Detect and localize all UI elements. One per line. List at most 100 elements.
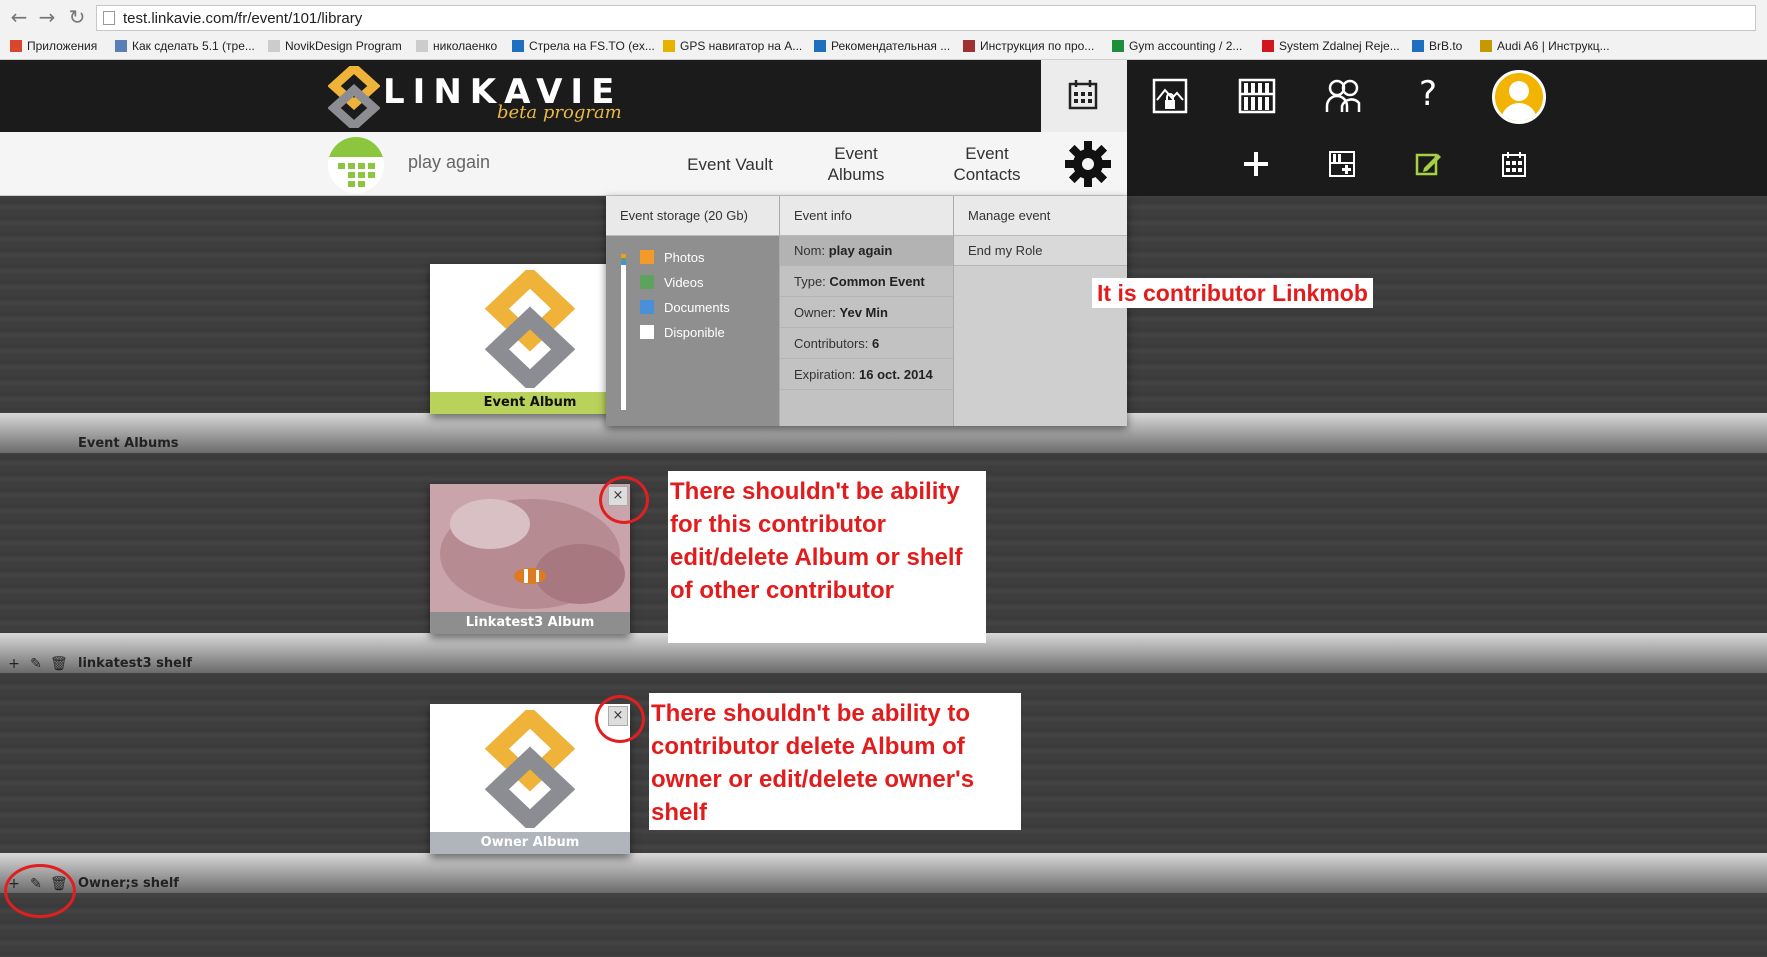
back-icon[interactable]: ← [8,6,30,28]
info-column: Event info Nom: play again Type: Common E… [779,196,953,426]
trash-icon[interactable]: 🗑 [50,656,68,672]
event-avatar-icon [328,137,384,187]
calendar-icon [1502,152,1526,177]
legend-item: Videos [640,275,704,290]
nav-event-vault[interactable]: Event Vault [684,154,776,175]
top-contacts-button[interactable] [1299,60,1385,132]
contacts-icon [1325,79,1361,112]
edit-button[interactable] [1385,132,1471,196]
bookmark-icon [1480,40,1492,52]
bookmark-item[interactable]: NovikDesign Program [268,39,402,53]
page-icon [103,11,115,25]
event-name: play again [408,152,491,172]
nav-event-vault-label: Event Vault [687,155,773,174]
browser-chrome: ← → ↻ test.linkavie.com/fr/event/101/lib… [0,0,1767,60]
legend-swatch [640,325,654,339]
legend-swatch [640,250,654,264]
info-row: Contributors: 6 [780,329,953,359]
top-library-button[interactable] [1213,60,1299,132]
linkavie-logo-icon [484,270,576,388]
info-value: Common Event [829,274,925,289]
reload-icon[interactable]: ↻ [66,6,88,28]
nav-event-albums-line1: Event [834,144,878,163]
calendar-icon [1068,80,1098,110]
info-row: Type: Common Event [780,267,953,297]
album-card[interactable]: Event Album [430,264,630,414]
bookmark-icon [663,40,675,52]
legend-label: Disponible [664,325,725,340]
annotation-note-1: There shouldn't be ability for this cont… [668,471,986,643]
edit-shelf-icon[interactable]: ✎ [28,656,44,672]
bookmark-item[interactable]: System Zdalnej Reje... [1262,39,1400,53]
linkavie-logo-icon [484,710,576,828]
info-value: 16 oct. 2014 [859,367,933,382]
event-avatar[interactable] [328,137,384,193]
manage-header: Manage event [954,196,1127,236]
bookmark-icon [1412,40,1424,52]
user-avatar-icon [1501,81,1537,121]
settings-button[interactable] [1063,139,1113,193]
bookmark-icon [963,40,975,52]
bookmark-label: Рекомендательная ... [831,39,951,53]
annotation-line: There shouldn't be ability [670,478,960,505]
shelf-label: Event Albums [78,436,179,451]
highlight-ring [4,864,76,918]
bookmark-item[interactable]: Инструкция по про... [963,39,1094,53]
add-icon[interactable]: + [6,656,22,672]
bookmark-icon [115,40,127,52]
brand-subtitle: beta program [497,102,622,123]
top-calendar-button[interactable] [1041,60,1127,132]
nav-event-albums[interactable]: Event Albums [815,143,897,185]
address-bar[interactable]: test.linkavie.com/fr/event/101/library [96,5,1756,31]
bookmark-label: Audi A6 | Инструкц... [1497,39,1610,53]
add-button[interactable] [1213,132,1299,196]
shelf-label: linkatest3 shelf [78,656,193,671]
annotation-line: owner or edit/delete owner's [651,766,975,793]
info-key: Nom: [794,243,826,258]
bookmark-item[interactable]: николаенко [416,39,497,53]
bookmark-label: Стрела на FS.TO (ex... [529,39,655,53]
info-key: Type: [794,274,826,289]
bookmark-label: System Zdalnej Reje... [1279,39,1400,53]
bookmark-icon [1112,40,1124,52]
calendar-button[interactable] [1471,132,1557,196]
bookmark-icon [268,40,280,52]
album-caption: Linkatest3 Album [430,612,630,634]
address-row: ← → ↻ test.linkavie.com/fr/event/101/lib… [0,0,1767,36]
url-text: test.linkavie.com/fr/event/101/library [123,10,363,27]
end-my-role-item[interactable]: End my Role [954,236,1127,266]
top-help-button[interactable]: ? [1385,60,1471,132]
bookmark-label: Gym accounting / 2... [1129,39,1243,53]
info-value: Yev Min [839,305,888,320]
annotation-line: contributor delete Album of [651,733,965,760]
annotation-line: edit/delete Album or shelf [670,544,963,571]
user-avatar[interactable] [1492,70,1546,124]
info-row: Owner: Yev Min [780,298,953,328]
bookmark-item[interactable]: Gym accounting / 2... [1112,39,1242,53]
bookmark-item[interactable]: Как сделать 5.1 (тре... [115,39,255,53]
nav-event-contacts[interactable]: Event Contacts [944,143,1030,185]
bookmark-item[interactable]: Audi A6 | Инструкц... [1480,39,1610,53]
info-key: Expiration: [794,367,856,382]
album-caption: Owner Album [430,832,630,854]
nav-event-albums-line2: Albums [827,165,885,184]
nav-event-contacts-line1: Event [965,144,1009,163]
contributor-note: It is contributor Linkmob [1092,278,1373,308]
bookmark-item[interactable]: GPS навигатор на A... [663,39,802,53]
bookmarks-bar: Приложения Как сделать 5.1 (тре... NovikDe… [0,36,1767,58]
annotation-line: There shouldn't be ability to [651,700,971,727]
forward-icon[interactable]: → [36,6,58,28]
linkavie-logo-icon[interactable] [327,61,381,133]
info-key: Contributors: [794,336,869,351]
bookmark-icon [814,40,826,52]
bookmark-item[interactable]: Стрела на FS.TO (ex... [512,39,655,53]
bookmark-item[interactable]: BrB.to [1412,39,1462,53]
bookmark-item[interactable]: Приложения [10,39,97,53]
bookmark-label: николаенко [433,39,498,53]
bookmark-item[interactable]: Рекомендательная ... [814,39,950,53]
add-shelf-button[interactable] [1299,132,1385,196]
top-vault-button[interactable] [1127,60,1213,132]
end-my-role-label: End my Role [968,243,1043,258]
annotation-line: for this contributor [670,511,886,538]
storage-header: Event storage (20 Gb) [606,196,779,236]
